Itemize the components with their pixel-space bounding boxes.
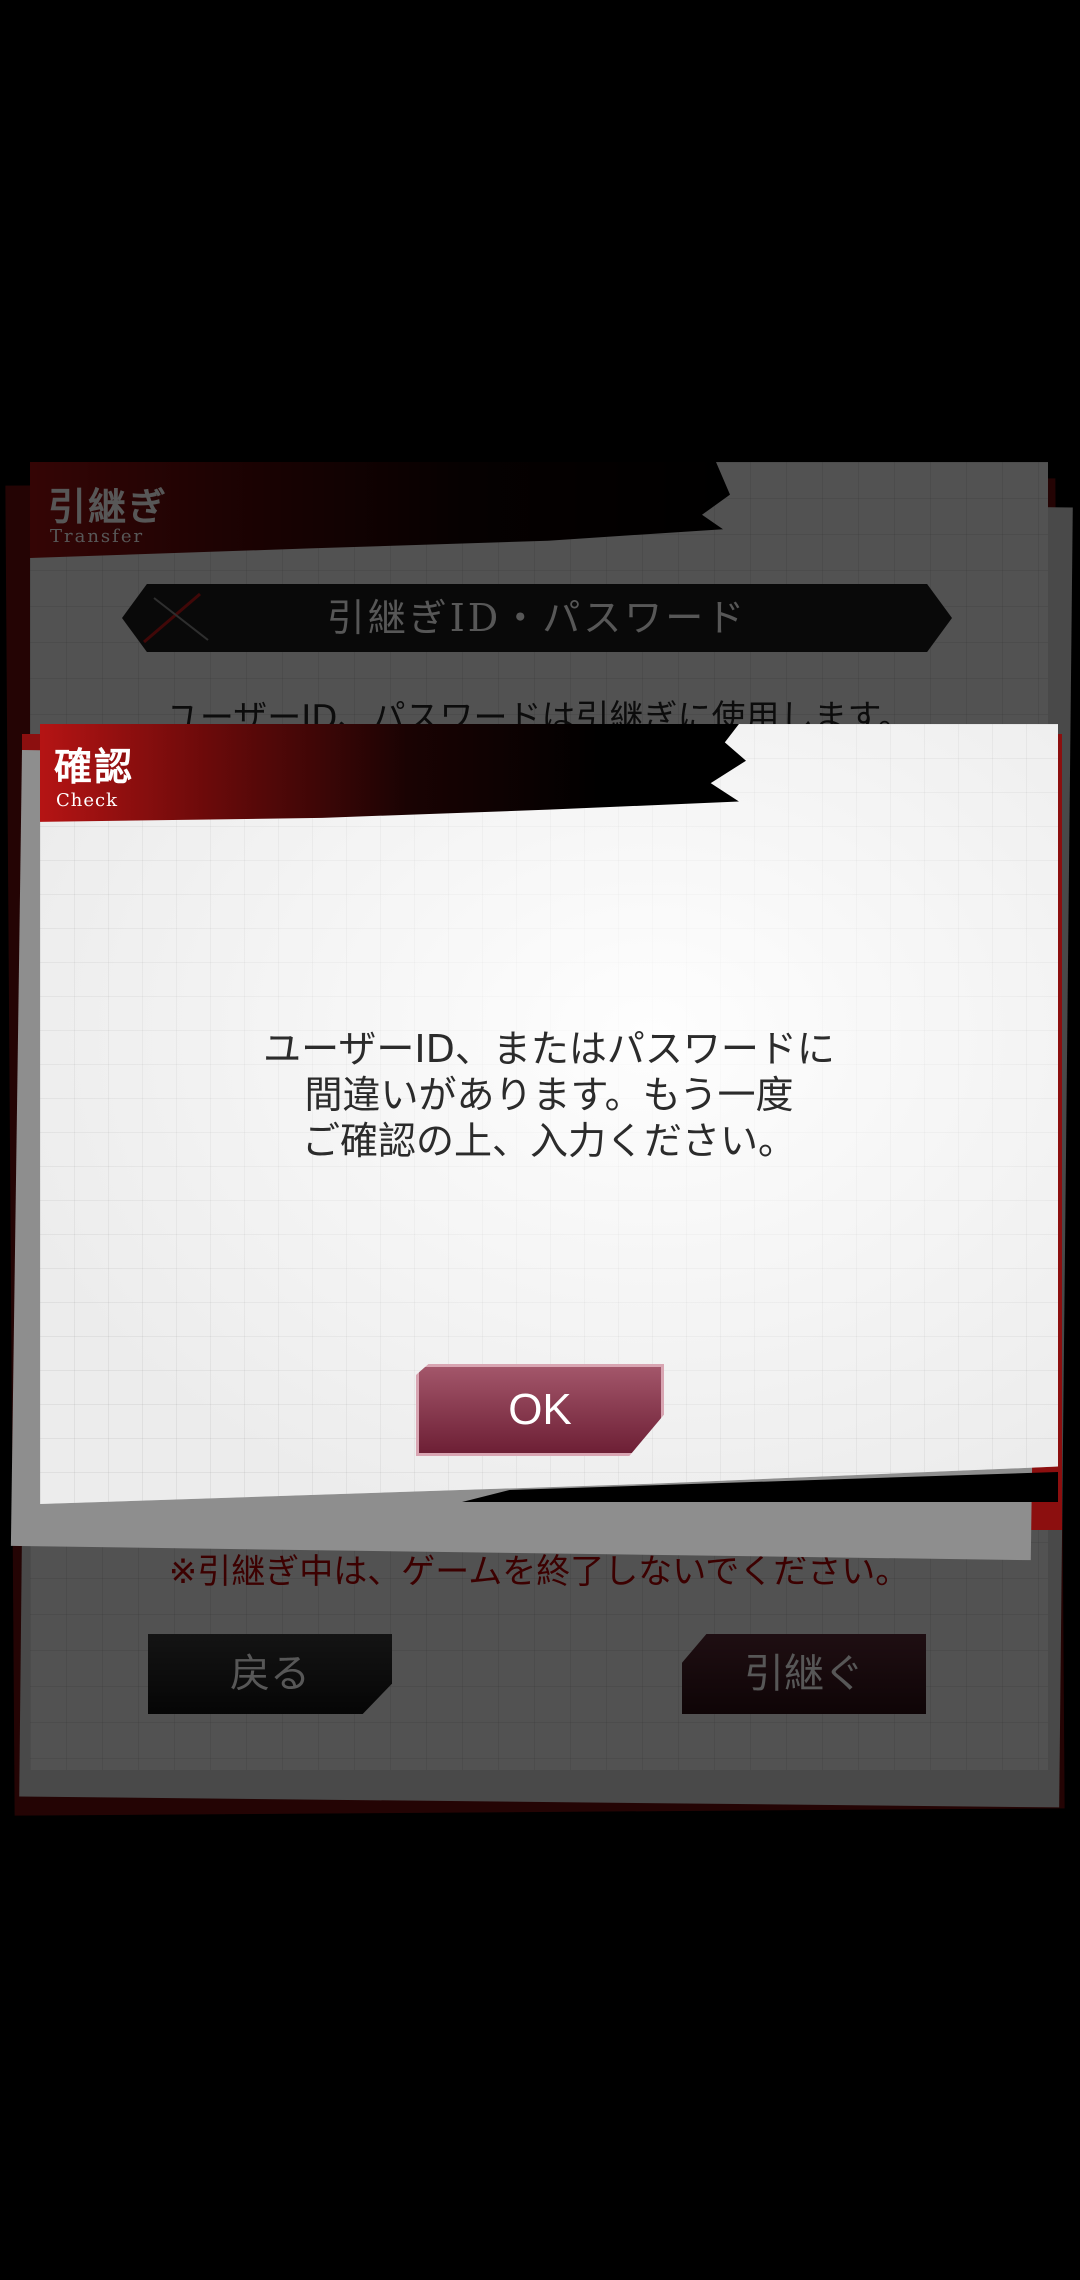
check-dialog-title: 確認 bbox=[54, 744, 135, 789]
check-dialog-subtitle: Check bbox=[56, 790, 119, 811]
transfer-dialog-title: 引継ぎ bbox=[48, 484, 169, 529]
back-button[interactable]: 戻る bbox=[148, 1634, 392, 1714]
check-dialog: 確認 Check ユーザーID、またはパスワードに 間違いがあります。もう一度 … bbox=[10, 724, 1062, 1561]
check-dialog-message: ユーザーID、またはパスワードに 間違いがあります。もう一度 ご確認の上、入力く… bbox=[263, 1027, 835, 1163]
ok-button[interactable]: OK bbox=[416, 1364, 664, 1456]
transfer-button[interactable]: 引継ぐ bbox=[682, 1634, 926, 1714]
transfer-dialog-subtitle: Transfer bbox=[50, 526, 145, 547]
section-title: 引継ぎID・パスワード bbox=[326, 596, 748, 640]
